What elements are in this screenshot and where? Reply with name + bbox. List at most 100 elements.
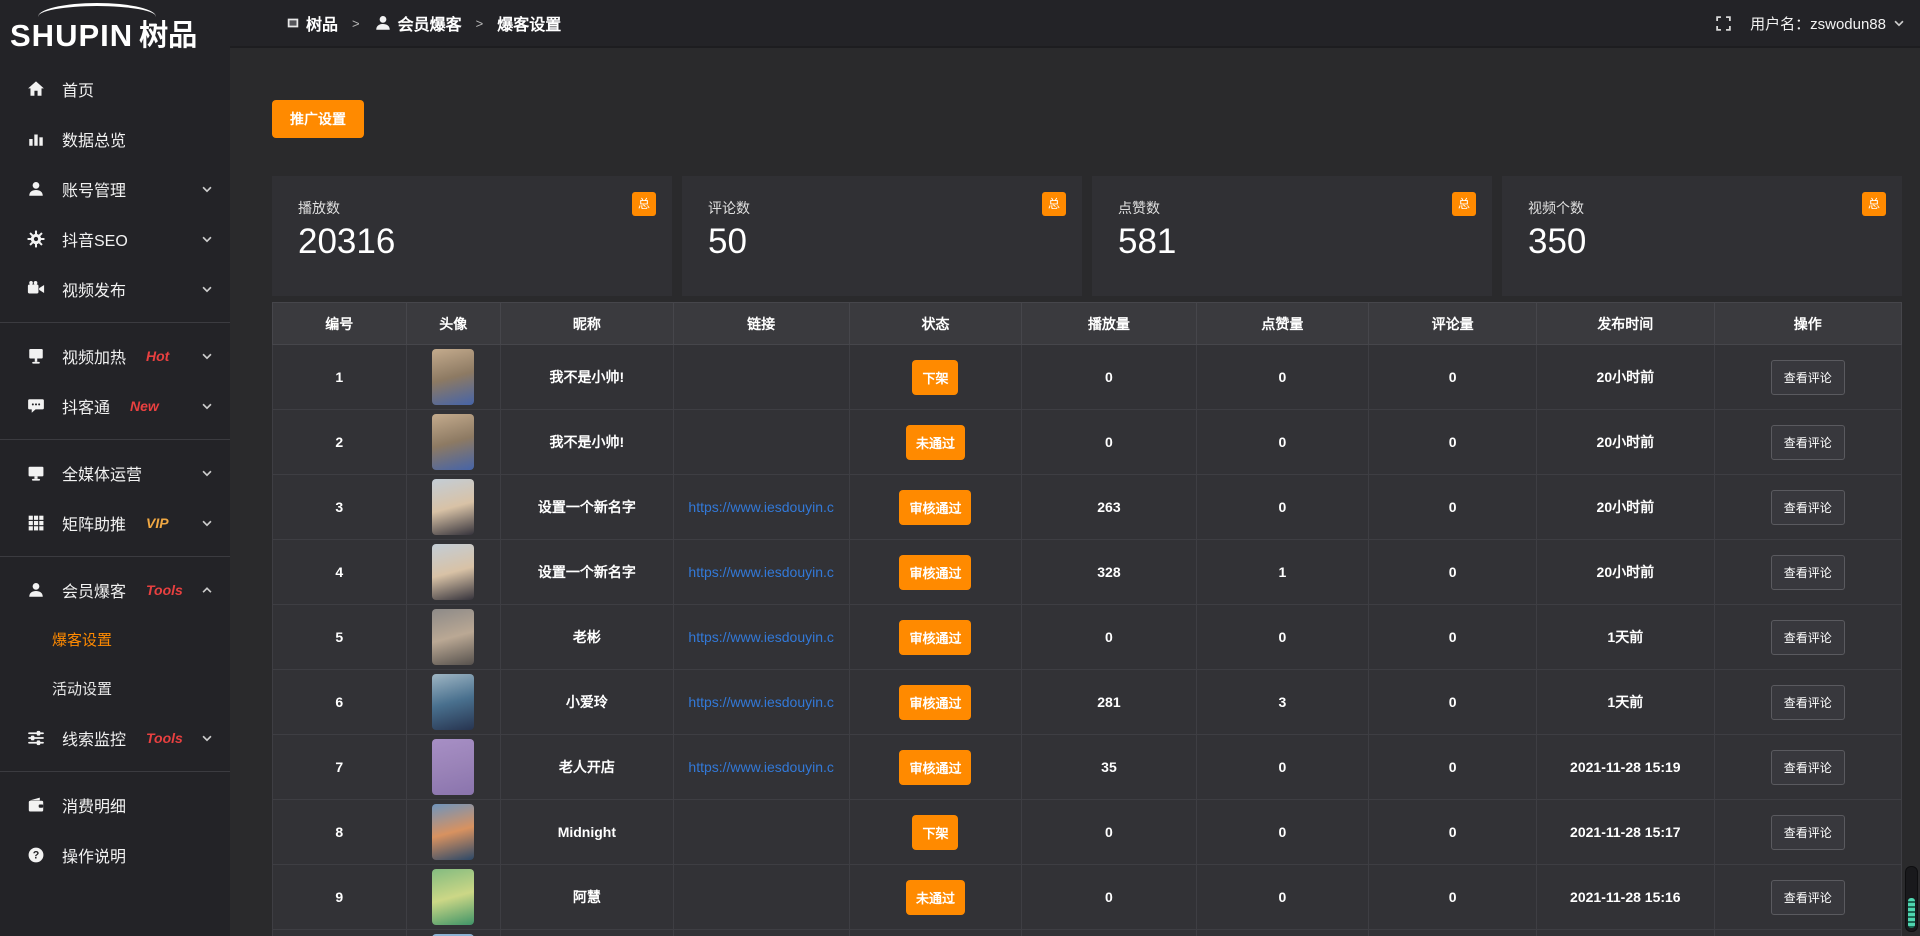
sidebar-item-抖音SEO[interactable]: 抖音SEO [0,214,230,264]
avatar [432,869,474,925]
sidebar-item-账号管理[interactable]: 账号管理 [0,164,230,214]
status-button[interactable]: 审核通过 [899,620,971,655]
status-button[interactable]: 未通过 [906,425,965,460]
status-button[interactable]: 审核通过 [899,750,971,785]
cell-nickname: 设置一个新名字 [501,475,674,540]
promo-settings-button[interactable]: 推广设置 [272,100,364,138]
view-comments-button[interactable]: 查看评论 [1771,555,1845,590]
cell-avatar [406,800,500,865]
cell-comments: 0 [1369,735,1537,800]
cell-plays [1022,930,1196,936]
cell-nickname: 我不是小帅! [501,345,674,410]
status-button[interactable]: 审核通过 [899,490,971,525]
menu-badge: Tools [146,730,183,746]
chevron-down-icon [200,182,214,196]
cell-link [673,930,849,936]
cell-nickname: 设置一个新名字 [501,540,674,605]
sidebar-item-首页[interactable]: 首页 [0,64,230,114]
sidebar-item-label: 消费明细 [62,793,126,817]
video-link[interactable]: https://www.iesdouyin.c [688,499,834,515]
cell-plays: 35 [1022,735,1196,800]
menu-divider [0,322,230,323]
view-comments-button[interactable]: 查看评论 [1771,750,1845,785]
video-link[interactable]: https://www.iesdouyin.c [688,694,834,710]
column-header-昵称: 昵称 [501,303,674,345]
table-row: 7老人开店https://www.iesdouyin.c审核通过35002021… [273,735,1902,800]
sidebar-item-线索监控[interactable]: 线索监控Tools [0,713,230,763]
status-button[interactable]: 下架 [912,360,958,395]
view-comments-button[interactable]: 查看评论 [1771,880,1845,915]
breadcrumb-item-会员爆客[interactable]: 会员爆客 [374,11,462,35]
cell-comments: 0 [1369,605,1537,670]
cell-time: 1天前 [1537,670,1715,735]
breadcrumb-label: 爆客设置 [497,11,561,35]
view-comments-button[interactable]: 查看评论 [1771,490,1845,525]
cell-action: 查看评论 [1714,605,1901,670]
cell-avatar [406,540,500,605]
cell-likes: 0 [1196,865,1369,930]
column-header-链接: 链接 [673,303,849,345]
cell-avatar [406,605,500,670]
status-button[interactable]: 审核通过 [899,555,971,590]
sidebar-item-数据总览[interactable]: 数据总览 [0,114,230,164]
cell-action: 查看评论 [1714,410,1901,475]
logo-text-en: SHUPIN [10,18,133,54]
cell-avatar [406,345,500,410]
cell-plays: 0 [1022,605,1196,670]
view-comments-button[interactable]: 查看评论 [1771,425,1845,460]
cell-id: 5 [273,605,407,670]
cell-status: 未通过 [849,865,1022,930]
sidebar-item-操作说明[interactable]: ?操作说明 [0,830,230,880]
sidebar-item-全媒体运营[interactable]: 全媒体运营 [0,448,230,498]
breadcrumb-item-树品[interactable]: 树品 [286,11,338,35]
stat-card-视频个数: 视频个数350总 [1502,176,1902,296]
stat-cards: 播放数20316总评论数50总点赞数581总视频个数350总 [272,176,1902,296]
cell-link: https://www.iesdouyin.c [673,475,849,540]
cell-time: 2021-11-28 15:19 [1537,735,1715,800]
status-button[interactable]: 未通过 [906,880,965,915]
cell-avatar [406,410,500,475]
username-dropdown[interactable]: 用户名：zswodun88 [1750,13,1906,34]
column-header-评论量: 评论量 [1369,303,1537,345]
stat-card-label: 点赞数 [1118,198,1466,218]
sidebar-item-会员爆客[interactable]: 会员爆客Tools [0,565,230,615]
cell-plays: 0 [1022,345,1196,410]
view-comments-button[interactable]: 查看评论 [1771,620,1845,655]
cell-action: 查看评论 [1714,735,1901,800]
breadcrumb-separator: > [352,16,360,31]
sidebar-item-抖客通[interactable]: 抖客通New [0,381,230,431]
scrollbar-thumb[interactable] [1908,898,1915,928]
submenu-item-活动设置[interactable]: 活动设置 [0,664,230,713]
total-badge: 总 [1042,192,1066,216]
cell-comments: 0 [1369,800,1537,865]
chevron-up-icon [200,583,214,597]
avatar [432,414,474,470]
cell-status: 审核通过 [849,475,1022,540]
sidebar-item-视频加热[interactable]: 视频加热Hot [0,331,230,381]
cell-likes: 0 [1196,475,1369,540]
scrollbar[interactable] [1905,866,1918,932]
cell-plays: 263 [1022,475,1196,540]
chevron-down-icon [200,466,214,480]
cell-action [1714,930,1901,936]
status-button[interactable]: 下架 [912,815,958,850]
submenu-item-爆客设置[interactable]: 爆客设置 [0,615,230,664]
view-comments-button[interactable]: 查看评论 [1771,360,1845,395]
view-comments-button[interactable]: 查看评论 [1771,685,1845,720]
video-link[interactable]: https://www.iesdouyin.c [688,629,834,645]
video-link[interactable]: https://www.iesdouyin.c [688,759,834,775]
app-logo[interactable]: SHUPIN 树品 [0,0,230,58]
svg-text:?: ? [33,850,40,862]
cell-likes [1196,930,1369,936]
sidebar-item-消费明细[interactable]: 消费明细 [0,780,230,830]
stat-card-value: 50 [708,222,1056,262]
cell-avatar [406,475,500,540]
sidebar-item-视频发布[interactable]: 视频发布 [0,264,230,314]
view-comments-button[interactable]: 查看评论 [1771,815,1845,850]
fullscreen-icon[interactable] [1715,15,1732,32]
status-button[interactable]: 审核通过 [899,685,971,720]
user-icon [27,581,45,599]
cell-time: 2021-11-28 15:16 [1537,865,1715,930]
sidebar-item-矩阵助推[interactable]: 矩阵助推VIP [0,498,230,548]
video-link[interactable]: https://www.iesdouyin.c [688,564,834,580]
